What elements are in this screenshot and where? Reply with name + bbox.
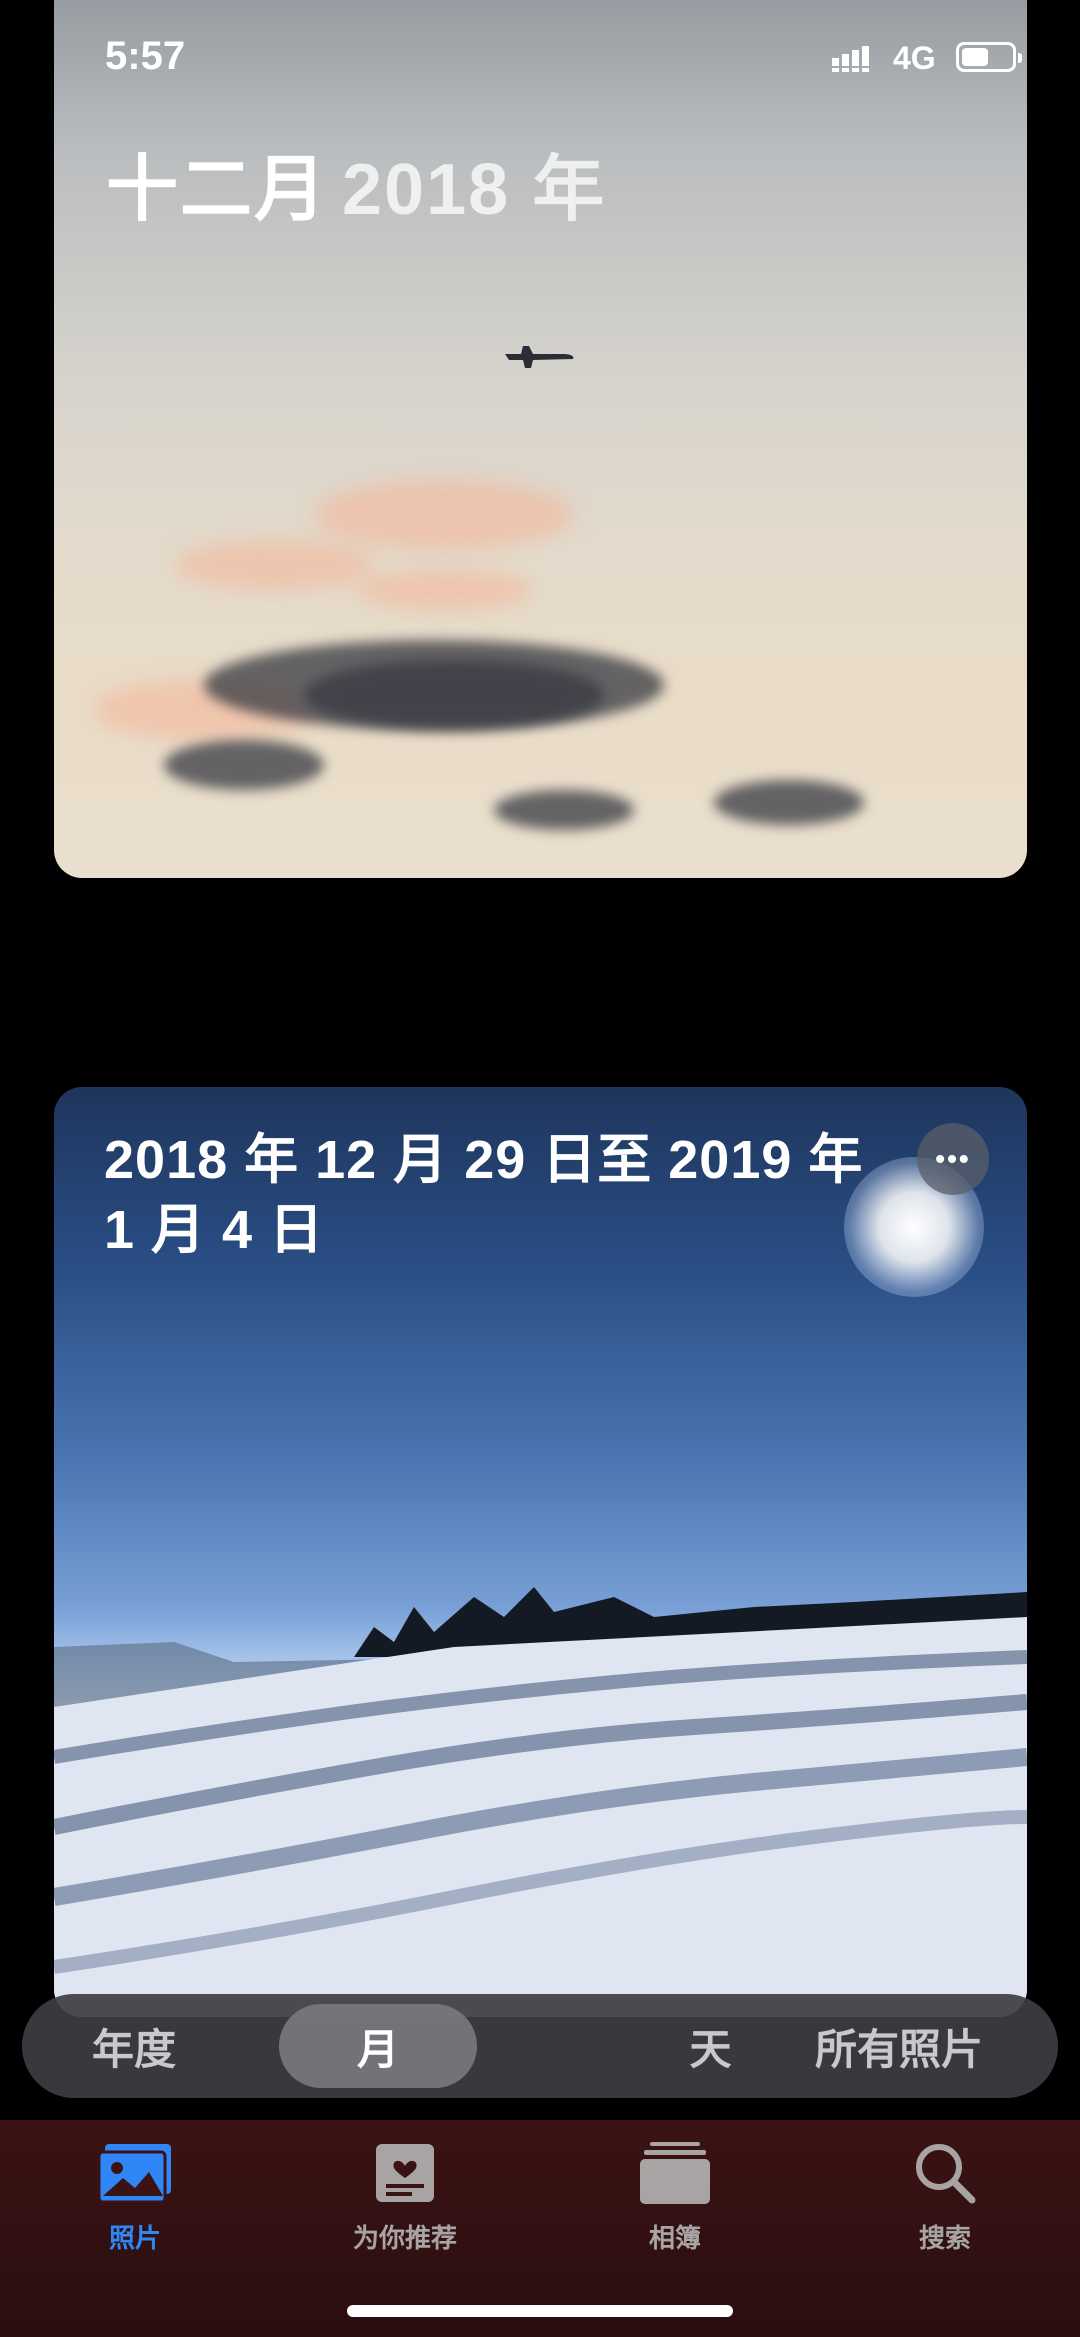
year-label: 2018 年 <box>342 150 607 230</box>
month-label: 十二月 <box>106 150 329 230</box>
cellular-signal-icon <box>832 46 869 72</box>
tab-search[interactable]: 搜索 <box>855 2140 1035 2255</box>
tab-for-you[interactable]: 为你推荐 <box>315 2140 495 2255</box>
snow-landscape <box>54 1587 1027 2017</box>
more-options-button[interactable]: ••• <box>917 1123 989 1195</box>
view-segmented-control: 年度 月 天 所有照片 <box>22 1994 1058 2098</box>
albums-icon <box>640 2142 710 2204</box>
photos-icon <box>97 2144 171 2204</box>
segment-days[interactable]: 天 <box>689 2016 731 2077</box>
segment-months[interactable]: 月 <box>357 2016 399 2077</box>
airplane-icon <box>505 346 574 368</box>
search-icon <box>916 2144 976 2204</box>
segment-years[interactable]: 年度 <box>92 2016 176 2077</box>
for-you-icon <box>376 2144 434 2202</box>
tab-albums[interactable]: 相簿 <box>585 2140 765 2255</box>
home-indicator[interactable] <box>347 2305 733 2317</box>
segment-all-photos[interactable]: 所有照片 <box>815 2016 983 2077</box>
status-bar: 5:57 4G <box>0 0 1080 120</box>
date-range-card[interactable]: 2018 年 12 月 29 日至 2019 年 1 月 4 日 ••• <box>54 1087 1027 2017</box>
status-time: 5:57 <box>105 34 186 78</box>
battery-icon <box>956 42 1022 72</box>
card-title: 2018 年 12 月 29 日至 2019 年 1 月 4 日 <box>104 1130 864 1260</box>
tab-label: 搜索 <box>918 2223 971 2253</box>
tab-label: 照片 <box>108 2223 161 2253</box>
tab-label: 为你推荐 <box>352 2223 457 2253</box>
network-type: 4G <box>893 40 936 76</box>
tab-photos[interactable]: 照片 <box>45 2140 225 2255</box>
tab-label: 相簿 <box>648 2223 701 2253</box>
month-card-december-2018[interactable]: 十二月 2018 年 <box>54 0 1027 878</box>
card-title: 十二月 2018 年 <box>106 130 606 235</box>
